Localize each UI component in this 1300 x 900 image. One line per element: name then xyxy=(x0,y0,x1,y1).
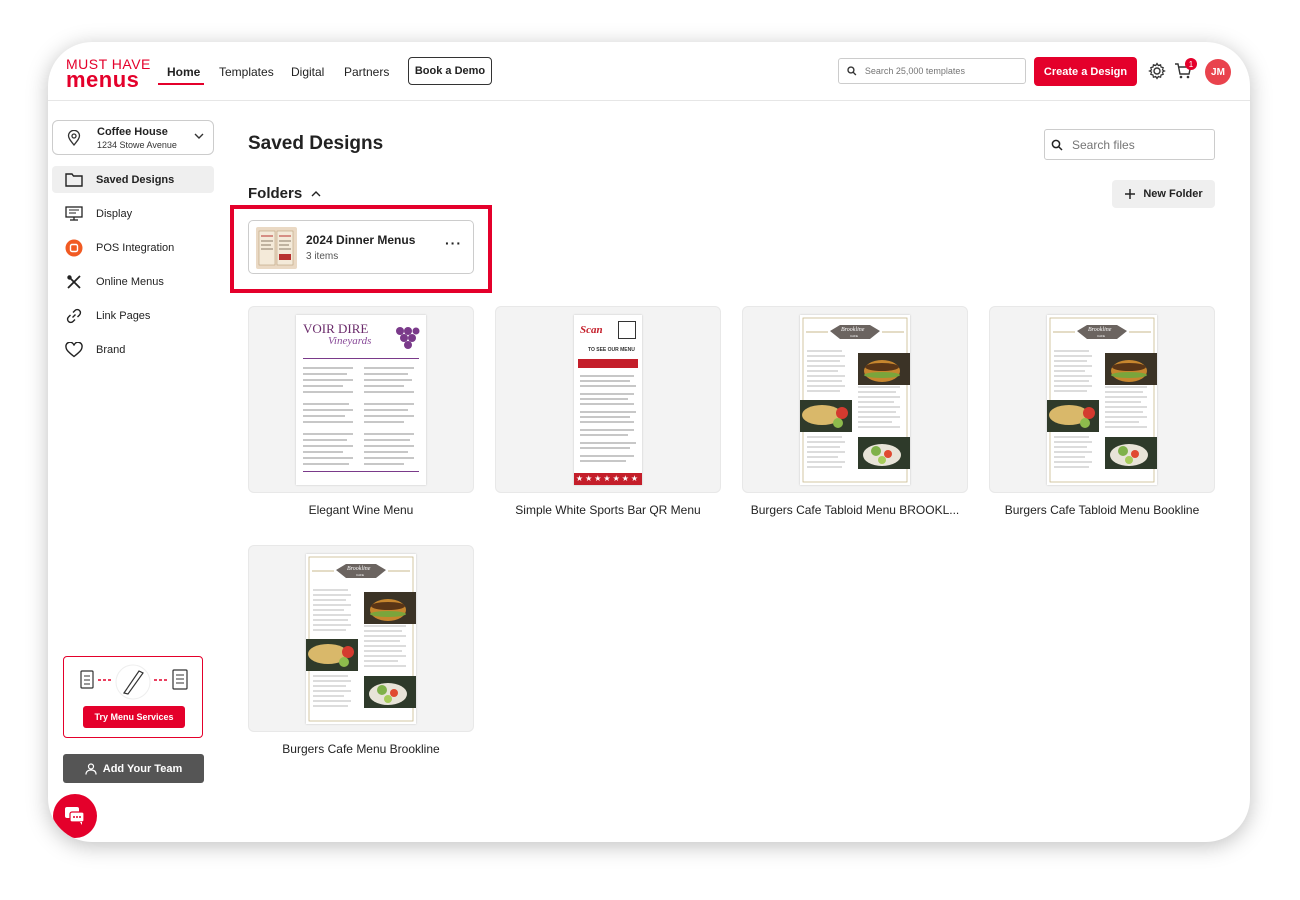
design-thumbnail: Brookline CAFE xyxy=(800,315,910,485)
burger-menu-preview xyxy=(306,556,416,722)
location-selector[interactable]: Coffee House 1234 Stowe Avenue xyxy=(52,120,214,155)
design-thumbnail: Brookline CAFE xyxy=(1047,315,1157,485)
thumb-subheading: Vineyards xyxy=(328,335,372,347)
sidebar-item-label: Saved Designs xyxy=(96,173,175,186)
sidebar-item-link-pages[interactable]: Link Pages xyxy=(52,302,214,329)
gear-icon[interactable] xyxy=(1148,62,1166,80)
add-team-label: Add Your Team xyxy=(102,762,183,775)
page-title: Saved Designs xyxy=(248,133,384,154)
nav-active-underline xyxy=(158,83,204,85)
thumb-subheading: TO SEE OUR MENU xyxy=(588,347,635,353)
sidebar-item-label: POS Integration xyxy=(96,241,175,254)
folders-toggle[interactable]: Folders xyxy=(248,185,322,202)
template-search[interactable] xyxy=(838,58,1026,84)
nav-link-home[interactable]: Home xyxy=(167,65,200,79)
thumb-stars: ★★★★★★★ xyxy=(574,473,642,485)
sidebar-item-label: Link Pages xyxy=(96,309,151,322)
design-thumbnail: Scan TO SEE OUR MENU ★★★★★★★ xyxy=(574,315,642,485)
thumb-subheading: CAFE xyxy=(356,573,365,577)
burger-menu-preview xyxy=(1047,317,1157,483)
file-search-input[interactable] xyxy=(1070,136,1204,153)
user-icon xyxy=(85,762,97,775)
design-card[interactable]: VOIR DIRE Vineyards xyxy=(248,306,474,493)
search-icon xyxy=(847,66,857,76)
design-name[interactable]: Burgers Cafe Menu Brookline xyxy=(248,742,474,756)
grapes-icon xyxy=(396,327,420,349)
design-name[interactable]: Burgers Cafe Tabloid Menu BROOKL... xyxy=(742,503,968,517)
design-card[interactable]: Scan TO SEE OUR MENU ★★★★★★★ xyxy=(495,306,721,493)
thumb-heading: Brookline xyxy=(841,327,865,333)
burger-menu-preview xyxy=(800,317,910,483)
pos-icon xyxy=(64,239,84,257)
plus-icon xyxy=(1125,189,1136,199)
sidebar-item-brand[interactable]: Brand xyxy=(52,336,214,363)
try-menu-services-button[interactable]: Try Menu Services xyxy=(83,706,185,728)
menu-services-illustration xyxy=(80,664,188,700)
folders-heading: Folders xyxy=(248,185,303,202)
thumb-subheading: CAFE xyxy=(1097,334,1106,338)
brand-logo[interactable]: MUST HAVE menus xyxy=(66,57,151,91)
link-icon xyxy=(64,307,84,325)
design-name[interactable]: Elegant Wine Menu xyxy=(248,503,474,517)
design-card[interactable]: Brookline CAFE xyxy=(989,306,1215,493)
chevron-up-icon xyxy=(311,190,321,196)
new-folder-button[interactable]: New Folder xyxy=(1112,180,1215,208)
utensils-icon xyxy=(64,273,84,291)
design-card[interactable]: Brookline CAFE xyxy=(742,306,968,493)
add-team-button[interactable]: Add Your Team xyxy=(63,754,204,783)
folder-icon xyxy=(64,171,84,189)
design-thumbnail: VOIR DIRE Vineyards xyxy=(296,315,426,485)
sidebar-item-label: Online Menus xyxy=(96,275,164,288)
nav-link-partners[interactable]: Partners xyxy=(344,65,389,79)
thumb-heading: Brookline xyxy=(1088,327,1112,333)
thumb-heading: Brookline xyxy=(347,566,371,572)
qr-code-icon xyxy=(618,321,636,339)
create-design-button[interactable]: Create a Design xyxy=(1034,57,1137,86)
logo-line2: menus xyxy=(66,67,140,92)
design-name[interactable]: Simple White Sports Bar QR Menu xyxy=(495,503,721,517)
location-address: 1234 Stowe Avenue xyxy=(97,140,177,150)
top-nav: MUST HAVE menus Home Templates Digital P… xyxy=(48,42,1250,101)
design-name[interactable]: Burgers Cafe Tabloid Menu Bookline xyxy=(989,503,1215,517)
sidebar-item-online-menus[interactable]: Online Menus xyxy=(52,268,214,295)
display-icon xyxy=(64,205,84,223)
design-card[interactable]: Brookline CAFE xyxy=(248,545,474,732)
sidebar-item-label: Display xyxy=(96,207,133,220)
search-icon xyxy=(1051,139,1063,151)
thumb-banner xyxy=(578,359,638,368)
sidebar-item-label: Brand xyxy=(96,343,126,356)
chevron-down-icon xyxy=(194,133,204,139)
book-demo-button[interactable]: Book a Demo xyxy=(408,57,492,85)
cart-count-badge: 1 xyxy=(1185,58,1197,70)
nav-link-templates[interactable]: Templates xyxy=(219,65,274,79)
nav-link-digital[interactable]: Digital xyxy=(291,65,324,79)
location-name: Coffee House xyxy=(97,126,168,138)
template-search-input[interactable] xyxy=(862,65,1025,77)
heart-icon xyxy=(64,341,84,359)
design-thumbnail: Brookline CAFE xyxy=(306,554,416,724)
user-avatar[interactable]: JM xyxy=(1205,59,1231,85)
file-search[interactable] xyxy=(1044,129,1215,160)
location-pin-icon xyxy=(67,130,81,146)
chat-button[interactable] xyxy=(53,794,97,838)
app-window: MUST HAVE menus Home Templates Digital P… xyxy=(48,42,1250,842)
thumb-subheading: CAFE xyxy=(850,334,859,338)
sidebar-item-display[interactable]: Display xyxy=(52,200,214,227)
new-folder-label: New Folder xyxy=(1143,188,1203,200)
menu-services-promo: Try Menu Services xyxy=(63,656,203,738)
chat-icon xyxy=(65,807,85,825)
sidebar-item-saved-designs[interactable]: Saved Designs xyxy=(52,166,214,193)
sidebar-item-pos[interactable]: POS Integration xyxy=(52,234,214,261)
highlight-box xyxy=(230,205,492,293)
thumb-heading: Scan xyxy=(580,324,603,336)
